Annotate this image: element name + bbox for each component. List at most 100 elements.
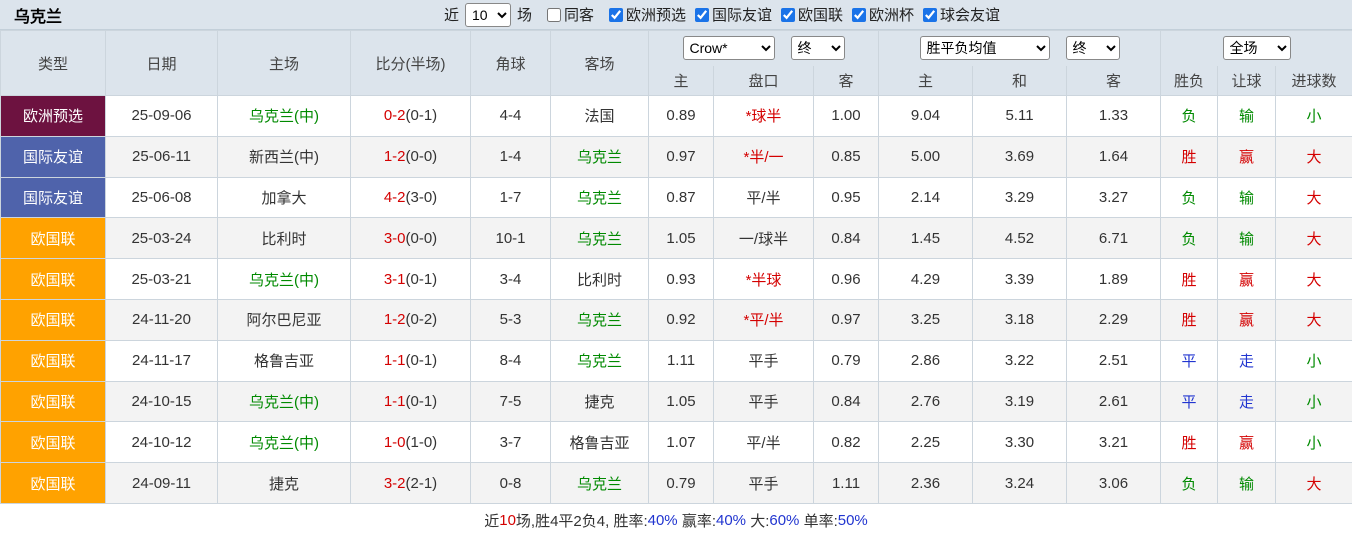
asian-away-odds-cell: 0.96: [814, 259, 879, 300]
league-filter-3[interactable]: 欧国联: [781, 4, 843, 25]
result-cell: 平: [1161, 340, 1218, 381]
match-row: 欧国联25-03-24比利时3-0(0-0)10-1乌克兰1.05一/球半0.8…: [1, 218, 1352, 259]
halftime-score: (0-0): [406, 230, 438, 247]
handicap-cell: *半/一: [714, 136, 814, 177]
same-away-checkbox[interactable]: [547, 8, 561, 22]
league-cell: 欧国联: [1, 422, 106, 463]
date-cell: 25-06-11: [106, 136, 218, 177]
summary-over-label: 大:: [746, 510, 769, 531]
league-filter-checkbox[interactable]: [923, 8, 937, 22]
odds-time-select[interactable]: 终: [791, 36, 845, 60]
summary-prefix: 近: [484, 510, 499, 531]
handicap-cell: 一/球半: [714, 218, 814, 259]
home-team-cell: 乌克兰(中): [218, 259, 351, 300]
europe-away-odds-cell: 2.61: [1067, 381, 1161, 422]
col-home: 主场: [218, 31, 351, 96]
team-name: 乌克兰: [14, 0, 62, 30]
europe-draw-odds-cell: 4.52: [973, 218, 1067, 259]
result-cell: 负: [1161, 463, 1218, 504]
match-stats-panel: 乌克兰 近 10 场 同客 欧洲预选国际友谊欧国联欧洲杯球会友谊 类型 日期 主…: [0, 0, 1352, 538]
europe-draw-odds-cell: 5.11: [973, 96, 1067, 137]
europe-away-odds-cell: 3.27: [1067, 177, 1161, 218]
europe-draw-odds-cell: 3.69: [973, 136, 1067, 177]
date-cell: 25-03-24: [106, 218, 218, 259]
score-cell: 1-1(0-1): [351, 381, 471, 422]
europe-away-odds-cell: 3.21: [1067, 422, 1161, 463]
league-filter-checkbox[interactable]: [609, 8, 623, 22]
home-team-cell: 乌克兰(中): [218, 96, 351, 137]
goals-cell: 大: [1276, 177, 1352, 218]
europe-away-odds-cell: 6.71: [1067, 218, 1161, 259]
result-scope-group: 全场: [1161, 31, 1352, 66]
home-team-cell: 加拿大: [218, 177, 351, 218]
home-team-cell: 捷克: [218, 463, 351, 504]
score-cell: 4-2(3-0): [351, 177, 471, 218]
corner-cell: 0-8: [471, 463, 551, 504]
league-cell: 欧国联: [1, 259, 106, 300]
match-count-select[interactable]: 10: [465, 3, 511, 27]
league-filter-4[interactable]: 欧洲杯: [852, 4, 914, 25]
asian-home-odds-cell: 0.87: [649, 177, 714, 218]
handicap-result-cell: 走: [1218, 340, 1276, 381]
summary-handicap-rate: 40%: [716, 512, 746, 529]
date-cell: 24-10-12: [106, 422, 218, 463]
league-filter-label: 欧洲预选: [626, 4, 686, 25]
europe-draw-odds-cell: 3.24: [973, 463, 1067, 504]
matches-label: 场: [517, 4, 532, 25]
odds-company-select[interactable]: Crow*: [683, 36, 775, 60]
league-filter-2[interactable]: 国际友谊: [695, 4, 772, 25]
handicap-result-cell: 赢: [1218, 422, 1276, 463]
handicap-cell: *半球: [714, 259, 814, 300]
away-team-cell: 格鲁吉亚: [551, 422, 649, 463]
europe-time-select[interactable]: 终: [1066, 36, 1120, 60]
europe-odds-select[interactable]: 胜平负均值: [920, 36, 1050, 60]
away-team-cell: 乌克兰: [551, 299, 649, 340]
away-team-cell: 乌克兰: [551, 177, 649, 218]
league-filter-checkbox[interactable]: [695, 8, 709, 22]
match-row: 欧国联24-11-17格鲁吉亚1-1(0-1)8-4乌克兰1.11平手0.792…: [1, 340, 1352, 381]
same-away-label: 同客: [564, 4, 594, 25]
subcol-asian-home: 主: [649, 66, 714, 96]
col-away: 客场: [551, 31, 649, 96]
home-team-cell: 乌克兰(中): [218, 422, 351, 463]
score-cell: 1-0(1-0): [351, 422, 471, 463]
league-cell: 国际友谊: [1, 136, 106, 177]
europe-home-odds-cell: 2.14: [879, 177, 973, 218]
halftime-score: (3-0): [406, 189, 438, 206]
score-cell: 3-1(0-1): [351, 259, 471, 300]
subcol-europe-draw: 和: [973, 66, 1067, 96]
handicap-result-cell: 输: [1218, 177, 1276, 218]
summary-over-rate: 60%: [769, 512, 799, 529]
europe-home-odds-cell: 3.25: [879, 299, 973, 340]
asian-home-odds-cell: 0.79: [649, 463, 714, 504]
league-filter-checkbox[interactable]: [781, 8, 795, 22]
league-filter-5[interactable]: 球会友谊: [923, 4, 1000, 25]
subcol-europe-home: 主: [879, 66, 973, 96]
fulltime-score: 1-0: [384, 434, 406, 451]
summary-handicap-label: 赢率:: [678, 510, 716, 531]
summary-record: 场,胜4平2负4, 胜率:: [516, 510, 648, 531]
asian-away-odds-cell: 0.97: [814, 299, 879, 340]
europe-draw-odds-cell: 3.19: [973, 381, 1067, 422]
same-away-filter[interactable]: 同客: [547, 4, 594, 25]
asian-home-odds-cell: 1.11: [649, 340, 714, 381]
date-cell: 25-06-08: [106, 177, 218, 218]
summary-count: 10: [499, 512, 516, 529]
scope-select[interactable]: 全场: [1223, 36, 1291, 60]
away-team-cell: 捷克: [551, 381, 649, 422]
fulltime-score: 1-1: [384, 352, 406, 369]
handicap-result-cell: 输: [1218, 218, 1276, 259]
date-cell: 24-11-17: [106, 340, 218, 381]
col-score: 比分(半场): [351, 31, 471, 96]
matches-table: 类型 日期 主场 比分(半场) 角球 客场 Crow* 终 胜平负均值 终: [0, 30, 1352, 504]
fulltime-score: 3-0: [384, 230, 406, 247]
league-cell: 欧洲预选: [1, 96, 106, 137]
league-cell: 欧国联: [1, 463, 106, 504]
europe-away-odds-cell: 3.06: [1067, 463, 1161, 504]
league-filter-checkbox[interactable]: [852, 8, 866, 22]
league-filter-label: 球会友谊: [940, 4, 1000, 25]
league-filter-1[interactable]: 欧洲预选: [609, 4, 686, 25]
date-cell: 25-03-21: [106, 259, 218, 300]
header-group-row: 类型 日期 主场 比分(半场) 角球 客场 Crow* 终 胜平负均值 终: [1, 31, 1352, 66]
home-team-cell: 比利时: [218, 218, 351, 259]
